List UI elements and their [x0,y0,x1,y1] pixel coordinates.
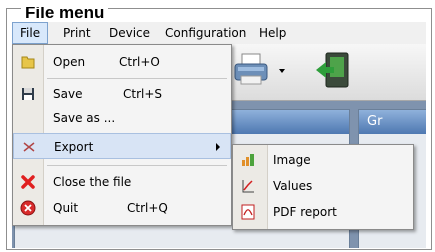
print-dropdown-button[interactable] [274,50,290,90]
menu-item-pdf[interactable]: PDF report [233,199,413,225]
floppy-disk-icon [22,88,34,100]
menu-item-save-shortcut: Ctrl+S [123,87,163,101]
menu-item-values[interactable]: Values [233,173,413,199]
submenu-arrow-icon [216,143,220,151]
menu-item-image[interactable]: Image [233,147,413,173]
menu-item-save[interactable]: Save Ctrl+S [13,81,231,107]
export-submenu: Image Values PDF report [232,144,414,230]
menu-configuration[interactable]: Configuration [158,22,253,44]
export-icon [23,142,35,152]
menu-item-quit-shortcut: Ctrl+Q [127,201,168,215]
menu-bar: File Print Device Configuration Help [12,22,426,44]
pdf-icon [241,204,255,220]
menu-item-export[interactable]: Export [13,133,231,159]
file-menu: Open Ctrl+O Save Ctrl+S Save as ... Expo… [12,44,232,226]
folder-icon [21,56,35,69]
menu-item-open[interactable]: Open Ctrl+O [13,49,231,75]
menu-item-values-label: Values [273,179,313,193]
menu-item-close-label: Close the file [53,175,132,189]
menu-item-open-shortcut: Ctrl+O [119,55,160,69]
menu-item-save-as-label: Save as ... [53,111,116,125]
bar-chart-icon [242,154,254,166]
menu-help[interactable]: Help [252,22,293,44]
menu-item-export-label: Export [54,140,94,154]
menu-separator [47,78,227,79]
menu-item-pdf-label: PDF report [273,205,337,219]
right-panel-header: Gr [359,110,426,134]
menu-separator [47,165,227,166]
menu-item-quit-label: Quit [53,201,79,215]
quit-icon [20,200,36,216]
chevron-down-icon [279,69,285,73]
menu-print[interactable]: Print [56,22,98,44]
values-chart-icon [242,180,254,193]
menu-item-close[interactable]: Close the file [13,169,231,195]
menu-file[interactable]: File [12,22,49,44]
menu-item-quit[interactable]: Quit Ctrl+Q [13,195,231,221]
device-button[interactable] [312,50,352,90]
device-icon [316,52,349,88]
menu-item-save-as[interactable]: Save as ... [13,105,231,131]
menu-item-save-label: Save [53,87,83,101]
printer-icon [234,53,268,85]
print-button[interactable] [232,50,272,90]
red-x-icon [21,175,35,189]
menu-item-image-label: Image [273,153,311,167]
menu-item-open-label: Open [53,55,86,69]
menu-device[interactable]: Device [102,22,157,44]
frame-title: File menu [21,7,109,19]
